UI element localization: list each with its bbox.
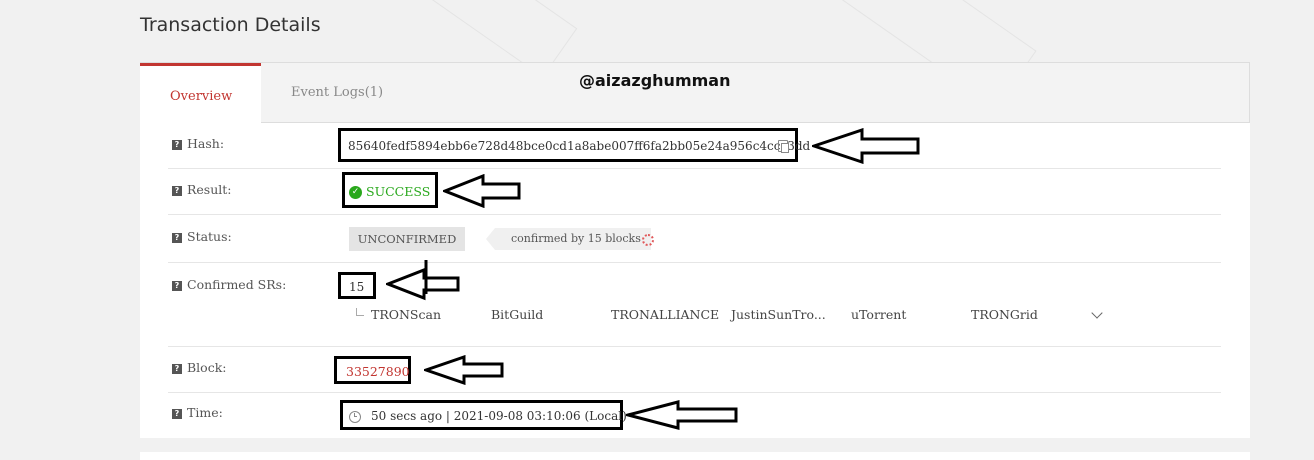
result-box: ✓ SUCCESS [342, 172, 438, 208]
confirmed-srs-label: Confirmed SRs: [187, 277, 287, 292]
result-row: ? Result: ✓ SUCCESS [168, 169, 1221, 215]
sr-list: TRONScan BitGuild TRONALLIANCE JustinSun… [356, 307, 1216, 327]
copy-icon[interactable] [778, 140, 789, 153]
time-box: 50 secs ago | 2021-09-08 03:10:06 (Local… [340, 400, 627, 430]
block-box: 33527890 [334, 356, 411, 384]
annotation-arrow [812, 128, 920, 164]
status-badge: UNCONFIRMED [349, 227, 465, 251]
block-row: ? Block: 33527890 [168, 347, 1221, 393]
page-title: Transaction Details [140, 14, 321, 36]
sr-count-box: 15 [338, 272, 376, 299]
annotation-arrow [443, 174, 521, 208]
help-icon[interactable]: ? [172, 281, 182, 291]
tab-bar: Overview Event Logs(1) @aizazghumman [140, 62, 1250, 123]
transaction-details-card: Overview Event Logs(1) @aizazghumman ? H… [140, 62, 1250, 438]
watermark-text: @aizazghumman [579, 71, 731, 90]
help-icon[interactable]: ? [172, 233, 182, 243]
sr-item[interactable]: TRONGrid [971, 307, 1038, 322]
sr-item[interactable]: TRONScan [371, 307, 441, 322]
block-link[interactable]: 33527890 [346, 364, 410, 379]
annotation-arrow [626, 400, 738, 430]
hash-label: Hash: [187, 136, 225, 151]
tree-branch-icon [356, 308, 364, 316]
help-icon[interactable]: ? [172, 409, 182, 419]
time-label: Time: [187, 405, 223, 420]
help-icon[interactable]: ? [172, 140, 182, 150]
check-circle-icon: ✓ [349, 186, 362, 199]
chevron-down-icon[interactable] [1091, 307, 1103, 319]
sr-count: 15 [349, 280, 365, 294]
hash-row: ? Hash: 85640fedf5894ebb6e728d48bce0cd1a… [168, 124, 1221, 169]
hash-box: 85640fedf5894ebb6e728d48bce0cd1a8abe007f… [338, 128, 810, 162]
loading-spinner-icon [642, 234, 654, 246]
hash-value[interactable]: 85640fedf5894ebb6e728d48bce0cd1a8abe007f… [348, 139, 810, 153]
sr-item[interactable]: BitGuild [491, 307, 543, 322]
tab-event-logs[interactable]: Event Logs(1) [261, 63, 413, 123]
tab-overview[interactable]: Overview [140, 63, 261, 123]
annotation-arrow [424, 355, 504, 385]
sr-item[interactable]: JustinSunTro... [731, 307, 826, 322]
status-row: ? Status: UNCONFIRMED confirmed by 15 bl… [168, 215, 1221, 263]
result-label: Result: [187, 182, 232, 197]
block-label: Block: [187, 360, 227, 375]
lower-card [140, 452, 1250, 460]
help-icon[interactable]: ? [172, 364, 182, 374]
confirmed-srs-row: ? Confirmed SRs: 15 TRONScan BitGuild TR… [168, 263, 1221, 347]
clock-icon [349, 411, 361, 423]
result-value: SUCCESS [366, 184, 431, 199]
help-icon[interactable]: ? [172, 186, 182, 196]
confirmations-tag: confirmed by 15 blocks [486, 228, 651, 250]
sr-item[interactable]: TRONALLIANCE [611, 307, 719, 322]
sr-item[interactable]: uTorrent [851, 307, 906, 322]
status-label: Status: [187, 229, 232, 244]
time-value: 50 secs ago | 2021-09-08 03:10:06 (Local… [371, 409, 627, 423]
annotation-arrow [386, 260, 460, 301]
